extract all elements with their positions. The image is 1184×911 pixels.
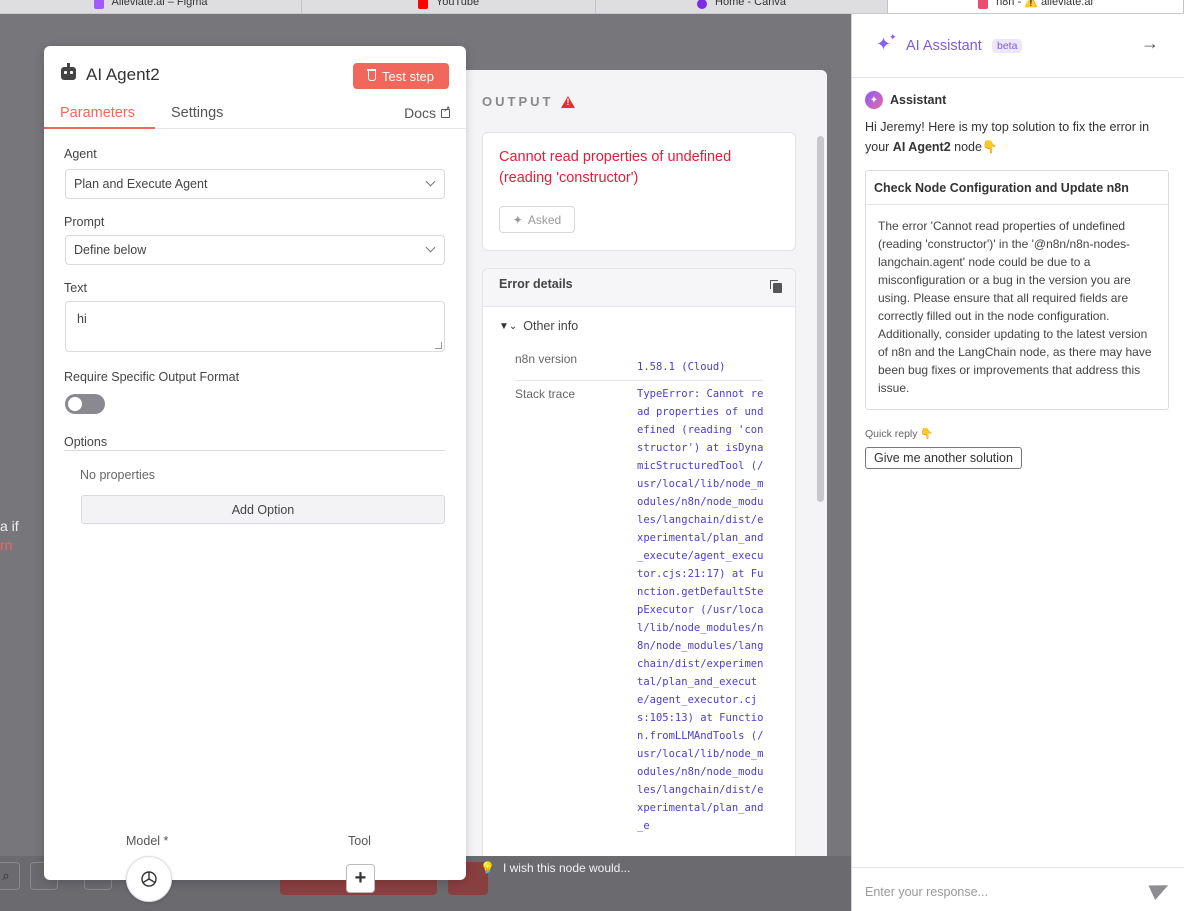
browser-tab-label: YouTube — [435, 0, 480, 8]
no-properties-text: No properties — [80, 468, 156, 482]
browser-tab-n8n[interactable]: n8n - ⚠️ alleviate.ai — [888, 0, 1184, 13]
ai-assistant-title: AI Assistant — [906, 38, 982, 54]
browser-tab-strip: Alleviate.ai – Figma YouTube Home - Canv… — [0, 0, 1184, 14]
tool-label: Tool — [348, 834, 371, 848]
add-option-button[interactable]: Add Option — [81, 495, 445, 524]
browser-tab-label: Alleviate.ai – Figma — [111, 0, 208, 8]
tab-settings[interactable]: Settings — [171, 105, 223, 121]
solution-card: Check Node Configuration and Update n8n … — [865, 170, 1169, 410]
resize-handle-icon[interactable] — [435, 342, 442, 349]
copy-icon[interactable] — [770, 280, 782, 293]
other-info-toggle[interactable]: ▼⌄ Other info — [499, 319, 578, 333]
error-message: Cannot read properties of undefined (rea… — [499, 149, 732, 186]
model-label: Model * — [126, 834, 169, 848]
solution-title: Check Node Configuration and Update n8n — [866, 171, 1168, 205]
test-step-label: Test step — [381, 68, 435, 84]
divider — [515, 380, 763, 381]
intro-suffix: node👇 — [950, 140, 998, 154]
assistant-intro-message: Hi Jeremy! Here is my top solution to fi… — [865, 117, 1170, 157]
youtube-icon — [417, 0, 428, 9]
assistant-avatar: ✦ — [865, 91, 883, 109]
output-scrollbar[interactable] — [817, 136, 824, 502]
browser-tab-youtube[interactable]: YouTube — [302, 0, 596, 13]
model-connector[interactable] — [126, 856, 172, 902]
sparkle-small-icon: ✦ — [889, 32, 897, 42]
stack-trace-label: Stack trace — [515, 387, 576, 401]
warning-icon — [561, 95, 576, 108]
browser-tab-canva[interactable]: Home - Canva — [596, 0, 888, 13]
error-card: Cannot read properties of undefined (rea… — [482, 132, 796, 251]
add-tool-button[interactable]: + — [346, 864, 375, 893]
test-step-button[interactable]: Test step — [353, 63, 449, 89]
text-value: hi — [77, 312, 87, 326]
agent-value: Plan and Execute Agent — [74, 177, 208, 191]
docs-label: Docs — [404, 105, 436, 121]
external-link-icon — [441, 104, 451, 118]
browser-tab-label: Home - Canva — [715, 0, 786, 8]
require-format-label: Require Specific Output Format — [64, 370, 240, 384]
require-format-toggle[interactable] — [65, 394, 105, 414]
sparkle-icon: ✦ — [512, 212, 523, 227]
ai-assistant-panel: ✦ ✦ AI Assistant beta → ✦ Assistant Hi J… — [851, 14, 1184, 911]
figma-icon — [93, 0, 104, 9]
browser-tab-figma[interactable]: Alleviate.ai – Figma — [0, 0, 302, 13]
feedback-prompt[interactable]: 💡 I wish this node would... — [480, 861, 630, 875]
asked-label: Asked — [527, 212, 562, 227]
ai-assistant-header: ✦ ✦ AI Assistant beta → — [852, 14, 1184, 78]
node-tabs: Parameters Settings — [44, 102, 466, 129]
node-parameters-panel: AI Agent2 Test step Parameters Settings … — [44, 46, 466, 902]
divider — [64, 450, 445, 451]
intro-node-name: AI Agent2 — [892, 140, 951, 154]
canvas-text-fragment: a if — [0, 518, 19, 534]
flask-icon — [366, 69, 376, 81]
n8n-version-value: 1.58.1 (Cloud) — [637, 361, 726, 373]
node-title[interactable]: AI Agent2 — [86, 65, 160, 85]
beta-badge: beta — [992, 39, 1023, 53]
canva-icon — [697, 0, 708, 9]
chevron-down-icon — [425, 242, 436, 253]
stack-trace-value: TypeError: Cannot read properties of und… — [637, 388, 764, 832]
agent-select[interactable]: Plan and Execute Agent — [65, 169, 445, 199]
solution-body: The error 'Cannot read properties of und… — [878, 219, 1152, 395]
text-label: Text — [64, 281, 87, 295]
plus-icon: + — [354, 867, 367, 889]
quick-reply-button[interactable]: Give me another solution — [865, 447, 1022, 469]
other-info-label: Other info — [523, 319, 579, 333]
error-details-card: Error details ▼⌄ Other info n8n version … — [482, 268, 796, 856]
openai-icon — [141, 871, 157, 887]
options-label: Options — [64, 435, 108, 449]
docs-link[interactable]: Docs — [404, 104, 451, 122]
zoom-icon[interactable]: ⌕ — [0, 862, 20, 890]
error-details-title: Error details — [499, 277, 573, 291]
text-input[interactable]: hi — [65, 301, 445, 352]
n8n-icon — [978, 0, 989, 9]
tab-parameters[interactable]: Parameters — [60, 105, 135, 121]
chevron-down-icon — [425, 176, 436, 187]
collapse-arrow-icon[interactable]: → — [1141, 33, 1159, 54]
quick-reply-label: Quick reply 👇 — [865, 428, 934, 440]
robot-icon — [61, 63, 76, 80]
prompt-label: Prompt — [64, 215, 105, 229]
browser-tab-label: n8n - ⚠️ alleviate.ai — [996, 0, 1093, 8]
assistant-input-bar: Enter your response... — [852, 867, 1184, 911]
assistant-response-input[interactable]: Enter your response... — [865, 885, 988, 899]
canvas-link-fragment[interactable]: rn — [0, 537, 12, 553]
n8n-version-label: n8n version — [515, 352, 578, 366]
output-header: OUTPUT — [482, 94, 576, 109]
output-panel: OUTPUT Cannot read properties of undefin… — [463, 70, 827, 856]
asked-button[interactable]: ✦ Asked — [499, 206, 575, 233]
send-icon[interactable] — [1148, 877, 1172, 901]
prompt-value: Define below — [74, 243, 147, 257]
error-details-header: Error details — [483, 269, 795, 307]
active-tab-indicator — [44, 127, 155, 129]
caret-down-icon: ▼⌄ — [499, 320, 518, 332]
assistant-sender-name: Assistant — [890, 93, 947, 107]
output-title: OUTPUT — [482, 94, 554, 109]
prompt-select[interactable]: Define below — [65, 235, 445, 265]
feedback-text: I wish this node would... — [502, 861, 631, 875]
lightbulb-icon: 💡 — [480, 861, 495, 875]
agent-label: Agent — [64, 147, 97, 161]
